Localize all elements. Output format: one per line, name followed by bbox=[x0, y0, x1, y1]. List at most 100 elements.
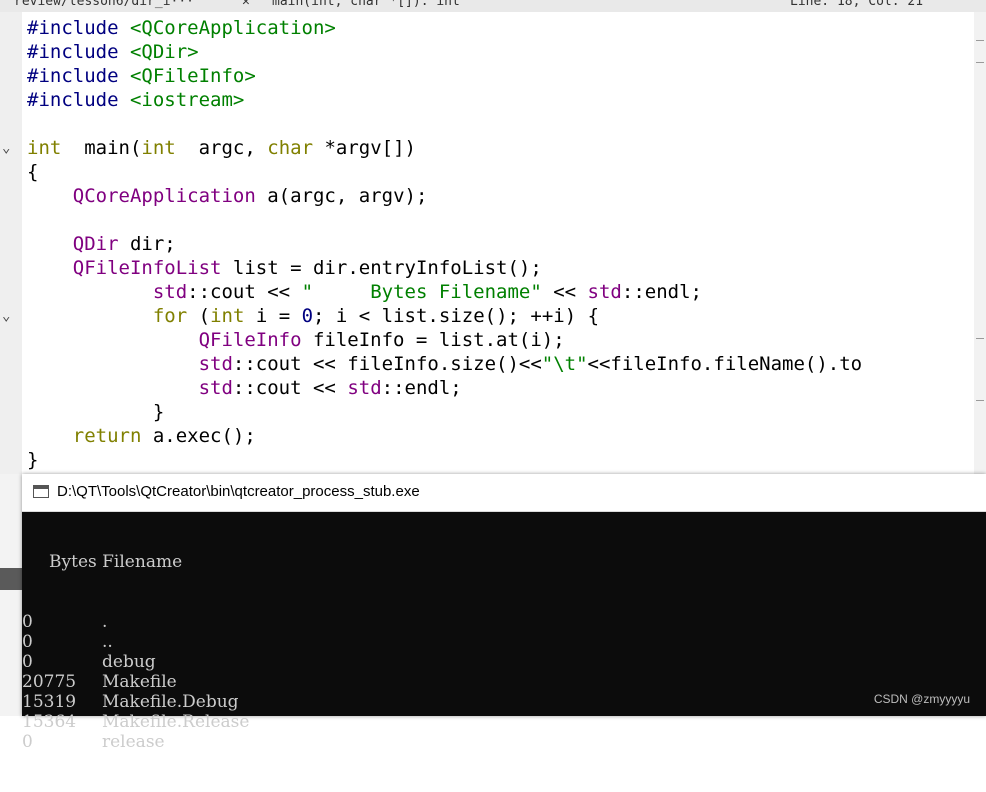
console-window[interactable]: D:\QT\Tools\QtCreator\bin\qtcreator_proc… bbox=[22, 474, 986, 752]
console-row: 15319 Makefile.Debug bbox=[22, 692, 249, 712]
console-row: 20775 Makefile bbox=[22, 672, 249, 692]
code-token: ::endl; bbox=[621, 281, 702, 303]
code-line[interactable]: std::cout << fileInfo.size()<<"\t"<<file… bbox=[27, 352, 863, 376]
code-token: std bbox=[587, 281, 622, 303]
code-token: << bbox=[541, 281, 588, 303]
editor-scrollbar[interactable] bbox=[974, 12, 986, 474]
code-text[interactable]: #include <QCoreApplication> #include <QDi… bbox=[27, 16, 862, 472]
code-line[interactable]: } bbox=[27, 400, 862, 424]
code-token: <QDir> bbox=[129, 41, 199, 63]
code-token: QFileInfoList bbox=[72, 257, 222, 279]
file-name: .. bbox=[102, 632, 113, 652]
code-token: fileInfo = list.at(i); bbox=[301, 329, 565, 351]
code-token: QCoreApplication bbox=[72, 185, 256, 207]
code-token: list = dir.entryInfoList(); bbox=[221, 257, 542, 279]
console-titlebar[interactable]: D:\QT\Tools\QtCreator\bin\qtcreator_proc… bbox=[22, 474, 986, 512]
file-tab[interactable]: review/lesson6/dir_i··· bbox=[14, 0, 194, 9]
code-token: #include bbox=[27, 41, 130, 63]
fold-chevron-icon[interactable]: ⌄ bbox=[2, 304, 10, 328]
file-size: 0 bbox=[22, 632, 33, 652]
code-token: *argv[]) bbox=[313, 137, 416, 159]
file-size: 0 bbox=[22, 732, 33, 752]
code-token: #include bbox=[27, 89, 130, 111]
code-token: <QCoreApplication> bbox=[129, 17, 336, 39]
code-token: 0 bbox=[301, 305, 314, 327]
code-line[interactable]: QFileInfoList list = dir.entryInfoList()… bbox=[27, 256, 862, 280]
code-line[interactable] bbox=[27, 112, 862, 136]
cursor-position: Line: 18, Col: 21 bbox=[790, 0, 924, 9]
code-line[interactable]: QDir dir; bbox=[27, 232, 862, 256]
code-token: #include bbox=[27, 65, 130, 87]
code-line[interactable]: { bbox=[27, 160, 862, 184]
fold-chevron-icon[interactable]: ⌄ bbox=[2, 136, 10, 160]
code-token: int bbox=[210, 305, 245, 327]
console-row: 0 release bbox=[22, 732, 249, 752]
code-line[interactable]: #include <QDir> bbox=[27, 40, 862, 64]
code-line[interactable]: std::cout << std::endl; bbox=[27, 376, 862, 400]
code-token: } bbox=[27, 449, 39, 471]
code-token: ::cout << bbox=[187, 281, 302, 303]
code-token: return bbox=[72, 425, 142, 447]
code-editor[interactable]: ⌄ ⌄ #include <QCoreApplication> #include … bbox=[0, 12, 986, 474]
code-token: ( bbox=[187, 305, 211, 327]
console-row: 15364 Makefile.Release bbox=[22, 712, 249, 732]
code-token: dir; bbox=[118, 233, 176, 255]
code-line[interactable]: QFileInfo fileInfo = list.at(i); bbox=[27, 328, 862, 352]
code-line[interactable]: #include <iostream> bbox=[27, 88, 862, 112]
code-token: int bbox=[141, 137, 176, 159]
file-name: Makefile.Release bbox=[102, 712, 250, 732]
file-size: 0 bbox=[22, 652, 33, 672]
watermark: CSDN @zmyyyyu bbox=[873, 692, 970, 706]
code-token: main( bbox=[61, 137, 142, 159]
code-token: } bbox=[27, 401, 165, 423]
code-token: char bbox=[267, 137, 314, 159]
code-token: ::cout << bbox=[232, 377, 348, 399]
file-name: Makefile.Debug bbox=[102, 692, 239, 712]
code-line[interactable] bbox=[27, 208, 862, 232]
code-token: std bbox=[152, 281, 188, 303]
file-size: 15319 bbox=[22, 692, 77, 712]
code-line[interactable]: #include <QCoreApplication> bbox=[27, 16, 862, 40]
console-row: 0. bbox=[22, 612, 249, 632]
code-token: { bbox=[27, 161, 39, 183]
code-token: "\t" bbox=[541, 353, 588, 375]
file-name: Makefile bbox=[102, 672, 177, 692]
code-line[interactable]: for (int i = 0; i < list.size(); ++i) { bbox=[27, 304, 862, 328]
code-token: QFileInfo bbox=[198, 329, 302, 351]
console-row: 0.. bbox=[22, 632, 249, 652]
file-name: . bbox=[102, 612, 108, 632]
code-token: <QFileInfo> bbox=[129, 65, 256, 87]
console-row: 0 debug bbox=[22, 652, 249, 672]
code-token: std bbox=[198, 377, 233, 399]
code-token: <iostream> bbox=[129, 89, 245, 111]
code-token: ; i < list.size(); ++i) { bbox=[313, 305, 600, 327]
code-token: <<fileInfo.fileName().to bbox=[587, 353, 863, 375]
file-name: debug bbox=[102, 652, 156, 672]
code-line[interactable]: std::cout << " Bytes Filename" << std::e… bbox=[27, 280, 862, 304]
close-icon[interactable]: ✕ bbox=[242, 0, 250, 9]
code-line[interactable]: } bbox=[27, 448, 862, 472]
code-line[interactable]: #include <QFileInfo> bbox=[27, 64, 862, 88]
code-line[interactable]: return a.exec(); bbox=[27, 424, 862, 448]
code-line[interactable]: QCoreApplication a(argc, argv); bbox=[27, 184, 862, 208]
code-token: for bbox=[152, 305, 188, 327]
code-token: std bbox=[347, 377, 382, 399]
code-token: a(argc, argv); bbox=[255, 185, 428, 207]
file-size: 15364 bbox=[22, 712, 77, 732]
code-token: QDir bbox=[72, 233, 119, 255]
code-line[interactable]: int main(int argc, char *argv[]) bbox=[27, 136, 862, 160]
code-token: #include bbox=[27, 17, 130, 39]
symbol-selector[interactable]: main(int, char *[]): int bbox=[272, 0, 460, 9]
console-header: Bytes Filename bbox=[22, 552, 183, 572]
code-token: ::cout << fileInfo.size()<< bbox=[232, 353, 542, 375]
left-sidebar-strip bbox=[0, 474, 22, 716]
code-token: " Bytes Filename" bbox=[301, 281, 542, 303]
